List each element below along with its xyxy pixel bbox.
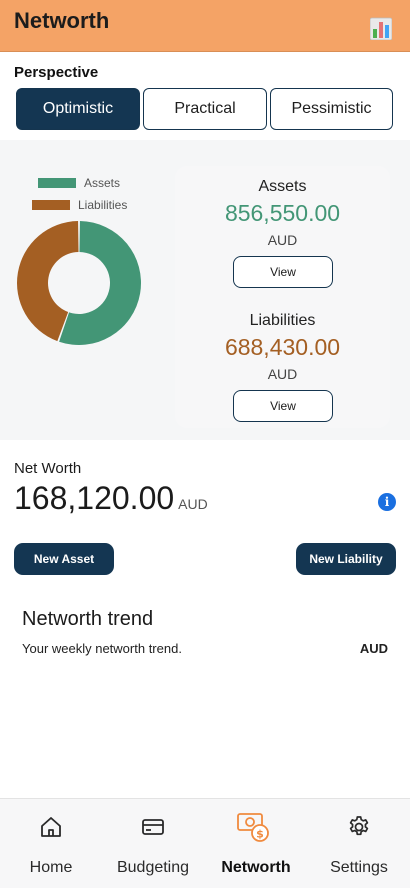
page-title: Networth	[14, 8, 110, 33]
legend-label-liabilities: Liabilities	[78, 198, 128, 212]
bottom-nav: Home Budgeting $ Networth Settings	[0, 798, 410, 888]
nav-label-settings: Settings	[330, 859, 388, 876]
liabilities-title: Liabilities	[249, 312, 316, 329]
networth-donut-chart	[16, 221, 141, 345]
bar-chart-icon[interactable]	[370, 16, 392, 40]
networth-unit: AUD	[178, 496, 208, 512]
perspective-label: Perspective	[14, 64, 99, 81]
money-icon: $	[237, 813, 269, 842]
nav-label-budgeting: Budgeting	[116, 859, 190, 876]
trend-subtitle: Your weekly networth trend.	[22, 641, 182, 656]
perspective-pessimistic-button[interactable]: Pessimistic	[270, 88, 393, 130]
nav-item-settings[interactable]: Settings	[308, 799, 410, 888]
info-icon[interactable]: i	[378, 493, 396, 511]
new-liability-button[interactable]: New Liability	[296, 543, 396, 575]
legend-item-liabilities: Liabilities	[32, 194, 127, 216]
assets-title: Assets	[258, 178, 307, 195]
perspective-optimistic-button[interactable]: Optimistic	[16, 88, 140, 130]
chart-legend: Assets Liabilities	[32, 172, 127, 216]
nav-label-home: Home	[29, 859, 73, 876]
trend-unit: AUD	[359, 641, 388, 656]
stats-card: Assets 856,550.00 AUD View Liabilities 6…	[175, 166, 390, 428]
home-icon	[41, 817, 61, 837]
liabilities-unit: AUD	[267, 366, 298, 382]
perspective-practical-button[interactable]: Practical	[143, 88, 267, 130]
legend-label-assets: Assets	[84, 176, 121, 190]
legend-swatch-assets	[38, 178, 76, 188]
app-header: Networth	[0, 0, 410, 52]
trend-title: Networth trend	[22, 608, 154, 630]
view-assets-button[interactable]: View	[233, 256, 333, 288]
summary-panel: Assets Liabilities Assets 856,550.00 AUD…	[0, 140, 410, 440]
view-liabilities-button[interactable]: View	[233, 390, 333, 422]
networth-value: 168,120.00	[14, 480, 175, 516]
networth-amount: 168,120.00 AUD	[14, 480, 208, 517]
nav-item-budgeting[interactable]: Budgeting	[102, 799, 204, 888]
networth-label: Net Worth	[14, 460, 82, 477]
assets-unit: AUD	[267, 232, 298, 248]
nav-item-networth[interactable]: $ Networth	[205, 799, 307, 888]
nav-item-home[interactable]: Home	[0, 799, 102, 888]
svg-text:$: $	[256, 828, 264, 841]
new-asset-button[interactable]: New Asset	[14, 543, 114, 575]
legend-item-assets: Assets	[38, 172, 127, 194]
legend-swatch-liabilities	[32, 200, 70, 210]
card-icon	[142, 819, 164, 835]
liabilities-value: 688,430.00	[224, 334, 341, 360]
gear-icon	[349, 816, 369, 836]
nav-label-networth: Networth	[221, 859, 291, 876]
assets-value: 856,550.00	[224, 200, 341, 226]
